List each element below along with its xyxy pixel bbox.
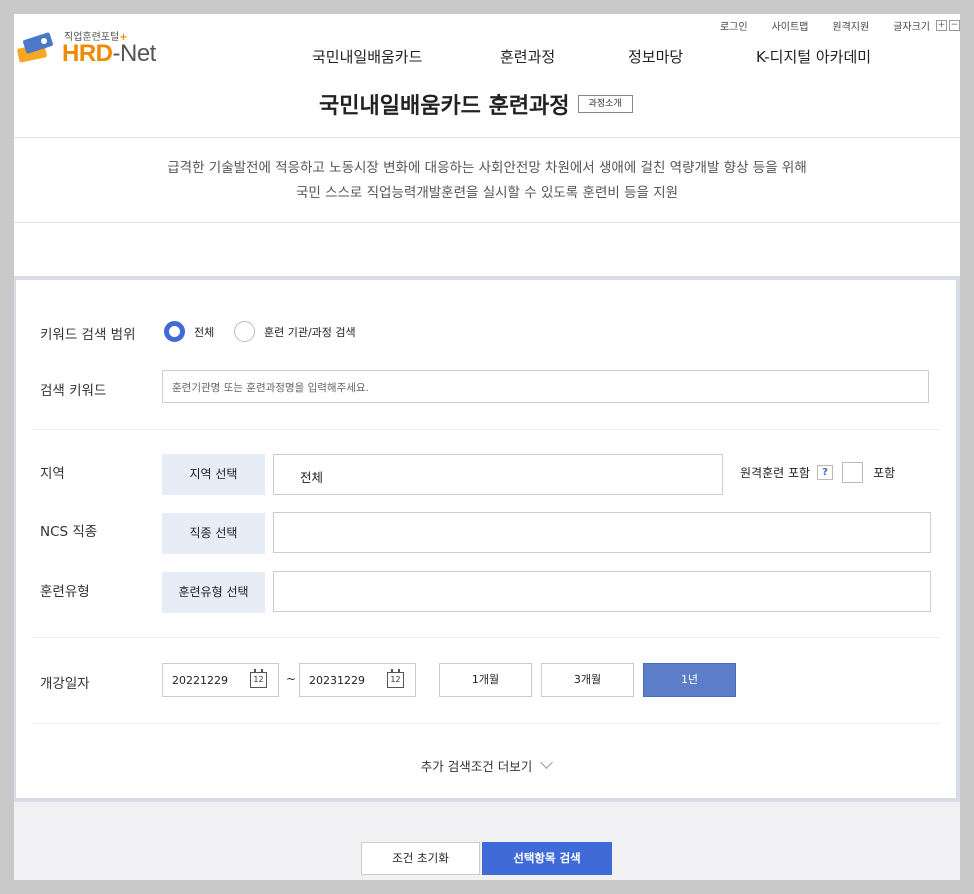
radio-label: 훈련 기관/과정 검색 [264, 325, 356, 339]
page-title: 국민내일배움카드 훈련과정 과정소개 [319, 88, 633, 120]
page-description: 급격한 기술발전에 적응하고 노동시장 변화에 대응하는 사회안전망 차원에서 … [14, 156, 960, 206]
font-zoom-in-button[interactable]: + [936, 20, 947, 31]
nav-item-k-digital[interactable]: K-디지털 아카데미 [756, 46, 871, 67]
remote-include-checkbox[interactable] [842, 462, 864, 483]
period-1-month-button[interactable]: 1개월 [439, 663, 532, 697]
search-selected-button[interactable]: 선택항목 검색 [482, 842, 612, 875]
sitemap-link[interactable]: 사이트맵 [772, 18, 809, 33]
page-title-text: 국민내일배움카드 훈련과정 [319, 94, 570, 119]
region-label: 지역 [40, 466, 65, 482]
nav-item-card[interactable]: 국민내일배움카드 [312, 46, 500, 67]
nav-item-info[interactable]: 정보마당 [628, 46, 756, 67]
training-type-select-button[interactable]: 훈련유형 선택 [162, 572, 265, 613]
chevron-down-icon [540, 756, 554, 769]
start-date-label: 개강일자 [40, 676, 90, 692]
calendar-icon[interactable]: 12 [250, 669, 267, 688]
keyword-search-input[interactable]: 훈련기관명 또는 훈련과정명을 입력해주세요. [162, 370, 929, 403]
login-link[interactable]: 로그인 [720, 18, 748, 33]
font-zoom-out-button[interactable]: − [949, 20, 960, 31]
date-range-separator: ~ [286, 672, 297, 686]
training-type-value-field[interactable] [273, 571, 931, 612]
logo-mark-icon [17, 32, 53, 63]
remote-support-link[interactable]: 원격지원 [832, 18, 869, 33]
more-conditions-toggle[interactable]: 추가 검색조건 더보기 [16, 756, 956, 775]
reset-conditions-button[interactable]: 조건 초기화 [361, 842, 480, 875]
main-nav: 국민내일배움카드 훈련과정 정보마당 K-디지털 아카데미 [312, 46, 871, 67]
description-line: 국민 스스로 직업능력개발훈련을 실시할 수 있도록 훈련비 등을 지원 [295, 185, 679, 201]
scope-radio-all[interactable]: 전체 [164, 321, 214, 342]
radio-label: 전체 [194, 325, 215, 339]
keyword-scope-label: 키워드 검색 범위 [40, 327, 136, 343]
ncs-select-button[interactable]: 직종 선택 [162, 513, 265, 554]
period-3-months-button[interactable]: 3개월 [541, 663, 634, 697]
logo-wordmark: HRD-Net [62, 40, 156, 67]
font-size-label: 글자크기 [893, 22, 930, 33]
scope-radio-org-course[interactable]: 훈련 기관/과정 검색 [234, 321, 356, 342]
region-value-field[interactable]: 전체 [273, 454, 723, 495]
remote-training-option: 원격훈련 포함 ? 포함 [740, 462, 895, 483]
start-date-input[interactable]: 20221229 12 [162, 663, 279, 697]
divider [32, 429, 940, 430]
start-date-value: 20221229 [172, 674, 228, 687]
ncs-label: NCS 직종 [40, 524, 98, 540]
region-select-button[interactable]: 지역 선택 [162, 454, 265, 495]
nav-item-courses[interactable]: 훈련과정 [500, 46, 628, 67]
utility-nav: 로그인 사이트맵 원격지원 글자크기 + − [696, 18, 960, 33]
training-type-label: 훈련유형 [40, 584, 90, 600]
search-form: 키워드 검색 범위 전체 훈련 기관/과정 검색 검색 키워드 훈련기관명 또는… [14, 276, 960, 802]
font-zoom-controls: + − [934, 20, 960, 31]
radio-selected-icon [164, 321, 185, 342]
period-1-year-button[interactable]: 1년 [643, 663, 736, 697]
radio-unselected-icon [234, 321, 255, 342]
help-icon[interactable]: ? [817, 465, 834, 480]
end-date-input[interactable]: 20231229 12 [299, 663, 416, 697]
page-frame: 로그인 사이트맵 원격지원 글자크기 + − 직업훈련포털+ HRD-Net 국… [14, 14, 960, 880]
remote-training-label: 원격훈련 포함 [740, 466, 811, 480]
divider [32, 723, 940, 724]
course-intro-button[interactable]: 과정소개 [577, 95, 633, 113]
calendar-icon[interactable]: 12 [387, 669, 404, 688]
remote-include-label: 포함 [873, 466, 896, 480]
divider [14, 222, 960, 223]
description-line: 급격한 기술발전에 적응하고 노동시장 변화에 대응하는 사회안전망 차원에서 … [167, 160, 807, 176]
keyword-label: 검색 키워드 [40, 383, 107, 399]
end-date-value: 20231229 [309, 674, 365, 687]
ncs-value-field[interactable] [273, 512, 931, 553]
more-conditions-label: 추가 검색조건 더보기 [420, 759, 533, 774]
divider [14, 137, 960, 138]
divider [32, 637, 940, 638]
hrd-net-logo[interactable]: 직업훈련포털+ HRD-Net [14, 26, 184, 70]
